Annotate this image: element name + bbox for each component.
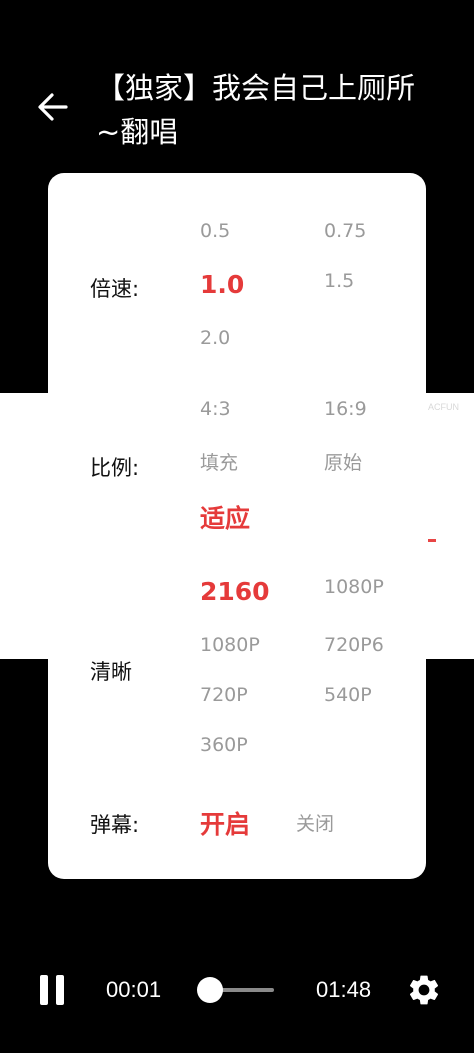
ratio-option-4-3[interactable]: 4:3: [200, 398, 231, 420]
settings-panel: 倍速: 0.5 0.75 1.0 1.5 2.0 比例: 4:3 16:9 填充…: [48, 173, 426, 879]
danmaku-label: 弹幕:: [90, 813, 140, 837]
quality-option-720p6[interactable]: 720P6: [324, 634, 384, 656]
pause-button[interactable]: [38, 975, 68, 1007]
video-watermark: ACFUN: [428, 402, 459, 412]
quality-label: 清晰: [90, 660, 132, 684]
speed-option-0-5[interactable]: 0.5: [200, 220, 230, 242]
back-button[interactable]: [36, 90, 70, 124]
ratio-option-16-9[interactable]: 16:9: [324, 398, 367, 420]
quality-option-360p[interactable]: 360P: [200, 734, 248, 756]
video-content-mark: [428, 539, 436, 542]
current-time: 00:01: [106, 977, 162, 1002]
ratio-label: 比例:: [90, 456, 140, 480]
video-player-screen: ACFUN 【独家】我会自己上厕所~翻唱 倍速: 0.5 0.75 1.0 1.…: [0, 0, 474, 1053]
gear-icon: [409, 975, 439, 1005]
settings-button[interactable]: [406, 972, 442, 1008]
danmaku-option-off[interactable]: 关闭: [296, 809, 334, 836]
arrow-left-icon: [38, 93, 68, 121]
speed-option-2-0[interactable]: 2.0: [200, 327, 230, 349]
quality-option-540p[interactable]: 540P: [324, 684, 372, 706]
quality-option-1080p-a[interactable]: 1080P: [324, 576, 384, 598]
ratio-option-fit-selected[interactable]: 适应: [200, 499, 250, 535]
duration-time: 01:48: [316, 977, 372, 1002]
speed-label: 倍速:: [90, 277, 140, 301]
quality-option-2160-selected[interactable]: 2160: [200, 577, 270, 606]
ratio-option-original[interactable]: 原始: [324, 448, 362, 475]
quality-option-720p[interactable]: 720P: [200, 684, 248, 706]
seek-thumb[interactable]: [197, 977, 223, 1003]
video-title: 【独家】我会自己上厕所~翻唱: [96, 71, 416, 149]
speed-option-1-0-selected[interactable]: 1.0: [200, 270, 244, 299]
danmaku-option-on-selected[interactable]: 开启: [200, 805, 250, 841]
ratio-option-fill[interactable]: 填充: [200, 448, 238, 475]
speed-option-1-5[interactable]: 1.5: [324, 270, 354, 292]
quality-option-1080p-b[interactable]: 1080P: [200, 634, 260, 656]
speed-option-0-75[interactable]: 0.75: [324, 220, 366, 242]
